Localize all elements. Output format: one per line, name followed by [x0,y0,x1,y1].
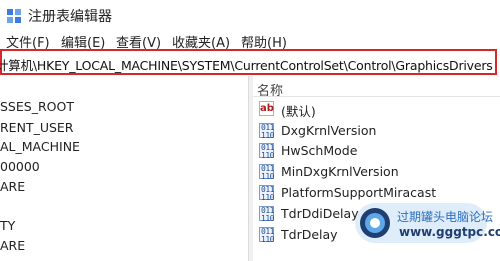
value-name: HwSchMode [281,143,358,158]
binary-value-icon: 011 110 [259,143,274,160]
title-bar: 注册表编辑器 [0,0,500,30]
registry-editor-window: 注册表编辑器 文件(F) 编辑(E) 查看(V) 收藏夹(A) 帮助(H) 计算… [0,0,500,261]
binary-value-icon: 011 110 [259,164,274,181]
value-name: TdrDelay [281,227,338,242]
window-title: 注册表编辑器 [28,9,112,25]
binary-value-icon: 011 110 [259,185,274,202]
value-name: DxgKrnlVersion [281,123,377,138]
tree-item-security[interactable]: TY [0,218,15,233]
tree-item-software[interactable]: ARE [0,238,25,253]
binary-value-icon: 011 110 [259,227,274,244]
value-name: MinDxgKrnlVersion [281,164,399,179]
address-path[interactable]: 计算机\HKEY_LOCAL_MACHINE\SYSTEM\CurrentCon… [0,55,493,74]
tree-item-current-user[interactable]: RENT_USER [0,120,74,135]
binary-value-icon: 011 110 [259,123,274,140]
binary-value-icon: 011 110 [259,206,274,223]
watermark-brand: 过期罐头电脑论坛 [397,210,494,224]
tree-item-users[interactable]: 00000 [0,159,40,174]
tree-item-hardware[interactable]: ARE [0,179,25,194]
watermark-url: www.gggtpc.com [399,225,500,239]
value-name: TdrDdiDelay [281,206,359,221]
site-watermark: 过期罐头电脑论坛 www.gggtpc.com [355,203,500,243]
value-name: PlatformSupportMiracast [281,185,437,200]
tree-item-local-machine[interactable]: AL_MACHINE [0,139,80,154]
value-name: (默认) [281,104,316,119]
tree-item-classes-root[interactable]: SSES_ROOT [0,99,74,114]
string-value-icon: ab [259,101,274,116]
column-header-divider [253,96,500,97]
watermark-logo-icon [360,208,390,238]
address-bar[interactable]: 计算机\HKEY_LOCAL_MACHINE\SYSTEM\CurrentCon… [0,49,497,75]
key-tree-pane: SSES_ROOT RENT_USER AL_MACHINE 00000 ARE… [0,76,248,261]
registry-editor-app-icon [7,9,21,23]
